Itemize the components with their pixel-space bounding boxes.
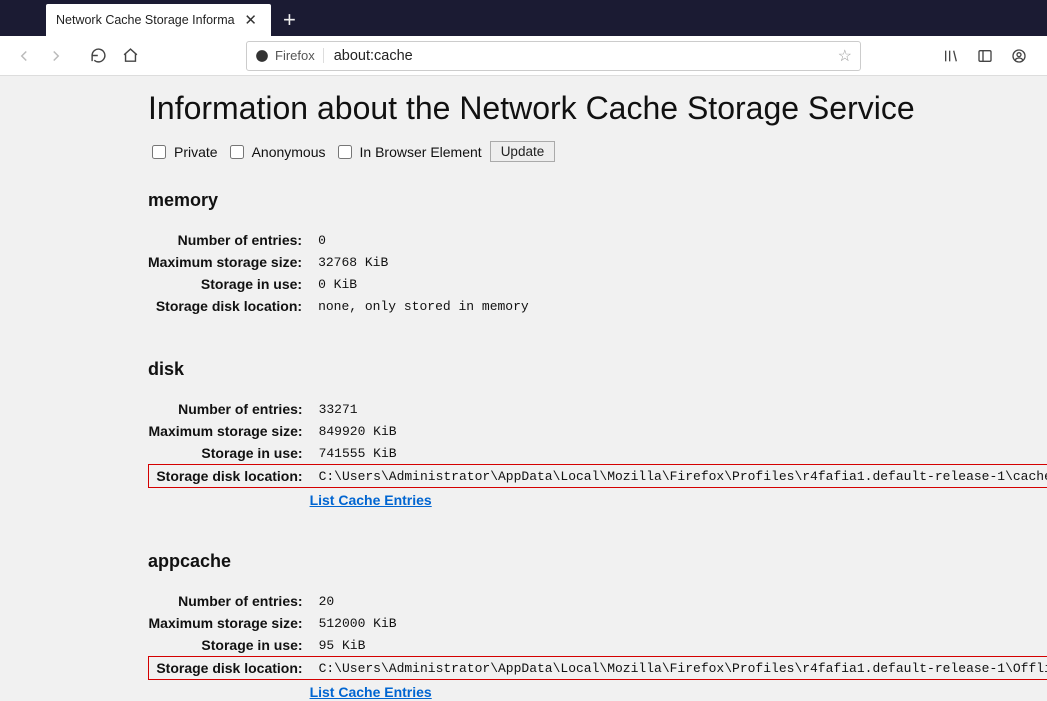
table-row: Storage in use:0 KiB (148, 273, 529, 295)
disk-table: Number of entries:33271 Maximum storage … (148, 398, 1047, 509)
disk-entries: 33271 (309, 398, 1047, 420)
anonymous-checkbox-label[interactable]: Anonymous (226, 142, 326, 162)
back-button[interactable] (8, 40, 40, 72)
diskloc-label: Storage disk location: (148, 295, 308, 317)
appcache-heading: appcache (148, 551, 1037, 572)
inbrowser-checkbox[interactable] (338, 145, 352, 159)
inbrowser-checkbox-label[interactable]: In Browser Element (334, 142, 482, 162)
back-icon (15, 47, 33, 65)
toolbar-right (935, 40, 1039, 72)
list-cache-entries-link[interactable]: List Cache Entries (310, 492, 432, 508)
reload-button[interactable] (82, 40, 114, 72)
appcache-entries: 20 (309, 590, 1047, 612)
tab-bar: Network Cache Storage Informa ✕ + (0, 0, 1047, 36)
sidebar-button[interactable] (969, 40, 1001, 72)
maxsize-label: Maximum storage size: (149, 420, 309, 442)
url-bar[interactable]: Firefox ☆ (246, 41, 861, 71)
table-row: Number of entries:0 (148, 229, 529, 251)
disk-inuse: 741555 KiB (309, 442, 1047, 465)
inuse-label: Storage in use: (149, 634, 309, 657)
list-cache-entries-link[interactable]: List Cache Entries (310, 684, 432, 700)
entries-label: Number of entries: (149, 590, 309, 612)
firefox-icon (255, 49, 269, 63)
sidebar-icon (977, 48, 993, 64)
forward-button[interactable] (40, 40, 72, 72)
private-label-text: Private (174, 144, 218, 160)
bookmark-star-icon[interactable]: ☆ (838, 46, 852, 66)
table-row: Storage disk location:none, only stored … (148, 295, 529, 317)
update-button[interactable]: Update (490, 141, 556, 162)
table-row: Number of entries:20 (149, 590, 1047, 612)
memory-heading: memory (148, 190, 1037, 211)
section-disk: disk Number of entries:33271 Maximum sto… (148, 359, 1037, 509)
page-title: Information about the Network Cache Stor… (148, 90, 1037, 127)
private-checkbox-label[interactable]: Private (148, 142, 218, 162)
anonymous-checkbox[interactable] (230, 145, 244, 159)
table-row: List Cache Entries (149, 680, 1047, 701)
disk-maxsize: 849920 KiB (309, 420, 1047, 442)
section-appcache: appcache Number of entries:20 Maximum st… (148, 551, 1037, 701)
home-button[interactable] (114, 40, 146, 72)
reload-icon (90, 47, 107, 64)
entries-label: Number of entries: (149, 398, 309, 420)
table-row-highlighted: Storage disk location:C:\Users\Administr… (149, 657, 1047, 680)
appcache-inuse: 95 KiB (309, 634, 1047, 657)
table-row: Maximum storage size:32768 KiB (148, 251, 529, 273)
table-row: Storage in use:741555 KiB (149, 442, 1047, 465)
maxsize-label: Maximum storage size: (149, 612, 309, 634)
inuse-label: Storage in use: (149, 442, 309, 465)
identity-box[interactable]: Firefox (255, 48, 324, 63)
tab-title: Network Cache Storage Informa (56, 13, 240, 27)
browser-tab[interactable]: Network Cache Storage Informa ✕ (46, 4, 271, 36)
memory-diskloc: none, only stored in memory (308, 295, 529, 317)
inbrowser-label-text: In Browser Element (360, 144, 482, 160)
options-row: Private Anonymous In Browser Element Upd… (148, 141, 1037, 162)
section-memory: memory Number of entries:0 Maximum stora… (148, 190, 1037, 317)
account-icon (1011, 48, 1027, 64)
table-row: Storage in use:95 KiB (149, 634, 1047, 657)
entries-label: Number of entries: (148, 229, 308, 251)
disk-diskloc: C:\Users\Administrator\AppData\Local\Moz… (309, 465, 1047, 488)
table-row-highlighted: Storage disk location:C:\Users\Administr… (149, 465, 1047, 488)
memory-table: Number of entries:0 Maximum storage size… (148, 229, 529, 317)
table-row: Number of entries:33271 (149, 398, 1047, 420)
identity-label: Firefox (275, 48, 315, 63)
appcache-diskloc: C:\Users\Administrator\AppData\Local\Moz… (309, 657, 1047, 680)
table-row: Maximum storage size:849920 KiB (149, 420, 1047, 442)
new-tab-button[interactable]: + (271, 4, 308, 36)
disk-heading: disk (148, 359, 1037, 380)
account-button[interactable] (1003, 40, 1035, 72)
memory-inuse: 0 KiB (308, 273, 529, 295)
table-row: List Cache Entries (149, 488, 1047, 510)
private-checkbox[interactable] (152, 145, 166, 159)
anonymous-label-text: Anonymous (252, 144, 326, 160)
diskloc-label: Storage disk location: (149, 657, 309, 680)
library-icon (943, 48, 959, 64)
close-tab-icon[interactable]: ✕ (240, 11, 261, 29)
url-input[interactable] (332, 47, 838, 65)
forward-icon (47, 47, 65, 65)
home-icon (122, 47, 139, 64)
appcache-maxsize: 512000 KiB (309, 612, 1047, 634)
page-body: Information about the Network Cache Stor… (0, 76, 1047, 701)
inuse-label: Storage in use: (148, 273, 308, 295)
memory-entries: 0 (308, 229, 529, 251)
memory-maxsize: 32768 KiB (308, 251, 529, 273)
diskloc-label: Storage disk location: (149, 465, 309, 488)
table-row: Maximum storage size:512000 KiB (149, 612, 1047, 634)
appcache-table: Number of entries:20 Maximum storage siz… (148, 590, 1047, 701)
maxsize-label: Maximum storage size: (148, 251, 308, 273)
toolbar: Firefox ☆ (0, 36, 1047, 76)
library-button[interactable] (935, 40, 967, 72)
